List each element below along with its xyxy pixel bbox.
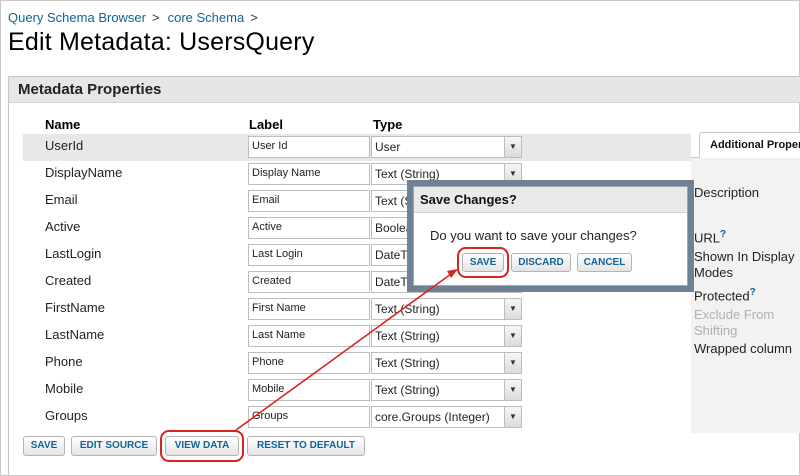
field-label-input[interactable]: Last Name — [248, 325, 370, 347]
edit-source-button[interactable]: EDIT SOURCE — [71, 436, 157, 456]
panel-title: Metadata Properties — [9, 77, 800, 103]
protected-label: Protected — [694, 288, 750, 304]
modes-label: Modes — [694, 265, 734, 280]
shown-in-display-label: Shown In Display — [694, 249, 795, 264]
field-name: DisplayName — [45, 165, 123, 180]
field-name: Mobile — [45, 381, 84, 396]
field-label-input[interactable]: Last Login — [248, 244, 370, 266]
field-name: FirstName — [45, 300, 105, 315]
field-type-select[interactable]: core.Groups (Integer) ▼ — [371, 406, 522, 428]
chevron-down-icon[interactable]: ▼ — [504, 137, 521, 157]
breadcrumb-separator: > — [152, 10, 160, 25]
field-label-input[interactable]: User Id — [248, 136, 370, 158]
field-label-input[interactable]: Groups — [248, 406, 370, 428]
field-name: LastName — [45, 327, 105, 342]
field-type-select[interactable]: Text (String) ▼ — [371, 352, 522, 374]
field-type-value: User — [375, 140, 401, 154]
breadcrumb-core-schema[interactable]: core Schema — [168, 10, 245, 25]
field-type-value: Text (String) — [375, 356, 440, 370]
field-type-select[interactable]: User ▼ — [371, 136, 522, 158]
field-label-input[interactable]: Phone — [248, 352, 370, 374]
exclude-from-label: Exclude From — [694, 307, 775, 322]
field-label-input[interactable]: First Name — [248, 298, 370, 320]
chevron-down-icon[interactable]: ▼ — [504, 380, 521, 400]
highlight-circle-view-data — [160, 430, 244, 462]
field-type-value: Text (String) — [375, 167, 440, 181]
chevron-down-icon[interactable]: ▼ — [504, 407, 521, 427]
field-label-input[interactable]: Display Name — [248, 163, 370, 185]
field-label-input[interactable]: Mobile — [248, 379, 370, 401]
breadcrumb-separator: > — [250, 10, 258, 25]
page-title: Edit Metadata: UsersQuery — [8, 28, 315, 56]
field-type-value: core.Groups (Integer) — [375, 410, 490, 424]
chevron-down-icon[interactable]: ▼ — [504, 353, 521, 373]
shifting-label: Shifting — [694, 323, 738, 338]
column-header-name: Name — [45, 117, 81, 132]
dialog-cancel-button[interactable]: CANCEL — [577, 253, 632, 272]
breadcrumb-query-schema-browser[interactable]: Query Schema Browser — [8, 10, 146, 25]
help-icon[interactable]: ? — [720, 229, 726, 240]
save-button[interactable]: SAVE — [23, 436, 65, 456]
dialog-message: Do you want to save your changes? — [430, 228, 637, 243]
column-header-type: Type — [373, 117, 403, 132]
field-name: Active — [45, 219, 81, 234]
help-icon[interactable]: ? — [750, 287, 756, 298]
chevron-down-icon[interactable]: ▼ — [504, 326, 521, 346]
wrapped-column-label: Wrapped column — [694, 341, 793, 356]
field-type-select[interactable]: Text (String) ▼ — [371, 325, 522, 347]
field-name: LastLogin — [45, 246, 102, 261]
field-name: Created — [45, 273, 92, 288]
field-type-value: Text (String) — [375, 302, 440, 316]
field-label-input[interactable]: Created — [248, 271, 370, 293]
field-type-value: Text (String) — [375, 329, 440, 343]
field-type-select[interactable]: Text (String) ▼ — [371, 298, 522, 320]
chevron-down-icon[interactable]: ▼ — [504, 299, 521, 319]
description-label: Description — [694, 185, 760, 200]
column-header-label: Label — [249, 117, 283, 132]
field-name: Groups — [45, 408, 88, 423]
field-type-value: Text (String) — [375, 383, 440, 397]
highlight-circle-dialog-save — [457, 247, 509, 278]
url-label-row: URL? — [694, 229, 726, 245]
dialog-title: Save Changes? — [414, 187, 687, 213]
dialog-discard-button[interactable]: DISCARD — [511, 253, 571, 272]
field-name: Phone — [45, 354, 83, 369]
field-type-select[interactable]: Text (String) ▼ — [371, 379, 522, 401]
breadcrumb: Query Schema Browser > core Schema > — [8, 10, 266, 25]
field-label-input[interactable]: Active — [248, 217, 370, 239]
reset-to-default-button[interactable]: RESET TO DEFAULT — [247, 436, 365, 456]
url-label: URL — [694, 230, 721, 246]
field-name: UserId — [45, 138, 84, 153]
tab-additional-properties[interactable]: Additional Properties — [699, 132, 800, 158]
protected-label-row: Protected? — [694, 287, 756, 303]
field-label-input[interactable]: Email — [248, 190, 370, 212]
field-name: Email — [45, 192, 78, 207]
